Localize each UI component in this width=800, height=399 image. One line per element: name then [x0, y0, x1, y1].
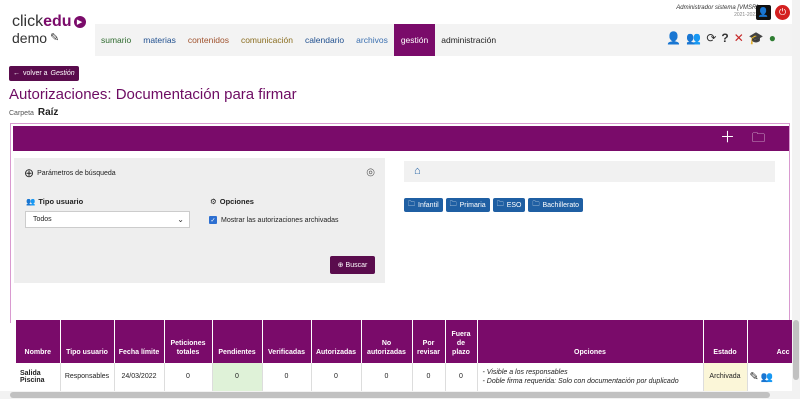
vertical-scrollbar[interactable] — [792, 0, 800, 399]
logo-subtitle: demo — [12, 30, 48, 46]
user-edit-icon[interactable]: 👤 — [666, 31, 681, 45]
option-double-signature: - Doble firma requerida: Solo con docume… — [482, 377, 679, 385]
vertical-scroll-thumb[interactable] — [793, 320, 799, 380]
col-tipo-usuario[interactable]: Tipo usuario — [60, 320, 115, 363]
folder-plus-icon[interactable]: 🗀 — [752, 130, 765, 146]
nav-item-administracion[interactable]: administración — [435, 24, 502, 56]
col-fecha-limite[interactable]: Fecha límite — [114, 320, 165, 363]
cell-fecha: 24/03/2022 — [114, 363, 165, 392]
search-parameters-panel: ⊕ Parámetros de búsqueda ◎ 👥 Tipo usuari… — [14, 158, 385, 283]
col-por-revisar[interactable]: Por revisar — [412, 320, 446, 363]
archived-checkbox[interactable]: ✓ — [209, 216, 217, 224]
cell-autorizadas: 0 — [311, 363, 362, 392]
col-estado[interactable]: Estado — [703, 320, 748, 363]
breadcrumb-folder[interactable]: Raíz — [38, 107, 59, 118]
col-nombre[interactable]: Nombre — [16, 320, 61, 363]
users-icon[interactable]: 👥 — [686, 31, 701, 45]
search-header: ⊕ Parámetros de búsqueda — [24, 166, 116, 180]
col-opciones: Opciones — [477, 320, 704, 363]
col-peticiones-totales[interactable]: Peticiones totales — [164, 320, 213, 363]
horizontal-scrollbar[interactable] — [0, 391, 800, 399]
col-fuera-de-plazo[interactable]: Fuera de plazo — [445, 320, 478, 363]
users-icon[interactable]: 👥 — [761, 372, 773, 383]
back-to-gestion-button[interactable]: ← volver a Gestión — [9, 66, 79, 81]
search-icon: ⊕ — [337, 262, 344, 269]
cell-tipo: Responsables — [60, 363, 115, 392]
horizontal-scroll-thumb[interactable] — [10, 392, 770, 398]
col-no-autorizadas[interactable]: No autorizadas — [361, 320, 413, 363]
user-info: Administrador sistema [VMSR] 2021-2022 — [676, 5, 758, 18]
chevron-down-icon: ⌄ — [177, 215, 184, 224]
tipo-usuario-label: 👥 Tipo usuario — [26, 197, 84, 206]
nav-item-gestion[interactable]: gestión — [393, 24, 436, 56]
col-pendientes[interactable]: Pendientes — [212, 320, 263, 363]
page-title: Autorizaciones: Documentación para firma… — [9, 86, 297, 103]
cell-verificadas: 0 — [262, 363, 312, 392]
folder-list: 🗀 Infantil 🗀 Primaria 🗀 ESO 🗀 Bachillerato — [404, 198, 584, 212]
tipo-usuario-select[interactable]: Todos ⌄ — [25, 211, 190, 228]
nav-icon-group: 👤 👥 ⟳ ? ✕ 🎓 ● — [666, 31, 776, 45]
arrow-left-icon: ← — [13, 70, 20, 77]
folder-infantil[interactable]: 🗀 Infantil — [404, 198, 443, 212]
nav-item-comunicacion[interactable]: comunicación — [235, 24, 299, 56]
nav-item-contenidos[interactable]: contenidos — [182, 24, 235, 56]
badge-icon[interactable]: ● — [769, 31, 776, 45]
folder-bachillerato[interactable]: 🗀 Bachillerato — [528, 198, 584, 212]
cell-fuera: 0 — [445, 363, 478, 392]
plus-icon[interactable]: ＋ — [720, 130, 735, 146]
sync-icon[interactable]: ⟳ — [706, 31, 716, 45]
power-off-icon[interactable]: ⏻ — [775, 5, 790, 20]
option-visible: - Visible a los responsables — [482, 368, 568, 376]
cell-pendientes: 0 — [212, 363, 263, 392]
home-icon[interactable]: ⌂ — [414, 165, 421, 177]
cell-opciones: - Visible a los responsables - Doble fir… — [477, 363, 704, 392]
cell-acciones: ✎ 👥 — [747, 363, 793, 392]
toolbar: ＋ 🗀 — [13, 126, 789, 151]
col-acciones: Acc — [747, 320, 793, 363]
nav-item-sumario[interactable]: sumario — [95, 24, 137, 56]
pencil-icon: ✎ — [50, 31, 60, 44]
announcement-icon[interactable]: ✕ — [734, 31, 744, 45]
edit-icon[interactable]: ✎ — [750, 371, 759, 383]
opciones-label: ⚙ Opciones — [210, 197, 254, 206]
school-year: 2021-2022 — [734, 12, 758, 18]
folder-eso[interactable]: 🗀 ESO — [492, 198, 526, 212]
col-verificadas[interactable]: Verificadas — [262, 320, 312, 363]
table-row[interactable]: Salida Piscina Responsables 24/03/2022 0… — [16, 363, 793, 392]
buscar-button[interactable]: ⊕ Buscar — [330, 256, 375, 274]
cell-estado: Archivada — [703, 363, 748, 392]
folder-icon: 🗀 — [449, 200, 457, 208]
search-plus-icon: ⊕ — [24, 166, 35, 180]
user-profile-icon[interactable]: 👤 — [756, 5, 771, 20]
breadcrumb: Carpeta Raíz — [9, 107, 59, 118]
clickedu-logo[interactable]: click edu ▶ demo ✎ — [12, 14, 86, 45]
col-autorizadas[interactable]: Autorizadas — [311, 320, 362, 363]
forward-icon: ▶ — [73, 16, 86, 28]
authorizations-table: Nombre Tipo usuario Fecha límite Peticio… — [16, 320, 793, 392]
archived-option: ✓ Mostrar las autorizaciones archivadas — [209, 216, 339, 224]
logo-text: click — [12, 13, 44, 30]
cell-por-revisar: 0 — [412, 363, 446, 392]
nav-item-materias[interactable]: materias — [137, 24, 182, 56]
user-name: Administrador sistema [VMSR] — [676, 5, 758, 11]
folder-icon: 🗀 — [408, 200, 415, 208]
folder-primaria[interactable]: 🗀 Primaria — [445, 198, 490, 212]
logo-text-bold: edu — [43, 13, 72, 30]
cell-nombre[interactable]: Salida Piscina — [16, 363, 61, 392]
table-header-row: Nombre Tipo usuario Fecha límite Peticio… — [16, 320, 793, 363]
main-navigation: sumario materias contenidos comunicación… — [95, 24, 800, 56]
users-icon: 👥 — [26, 197, 36, 206]
cogs-icon: ⚙ — [210, 197, 217, 206]
graduation-cap-icon[interactable]: 🎓 — [749, 31, 764, 45]
folder-icon: 🗀 — [496, 200, 504, 208]
folder-icon: 🗀 — [532, 200, 540, 208]
help-icon[interactable]: ? — [721, 31, 728, 45]
cell-no-autorizadas: 0 — [361, 363, 413, 392]
folder-breadcrumb-bar: ⌂ — [404, 161, 775, 182]
nav-item-archivos[interactable]: archivos — [350, 24, 394, 56]
nav-item-calendario[interactable]: calendario — [299, 24, 350, 56]
eye-slash-icon[interactable]: ◎ — [366, 167, 375, 178]
cell-totales: 0 — [164, 363, 213, 392]
